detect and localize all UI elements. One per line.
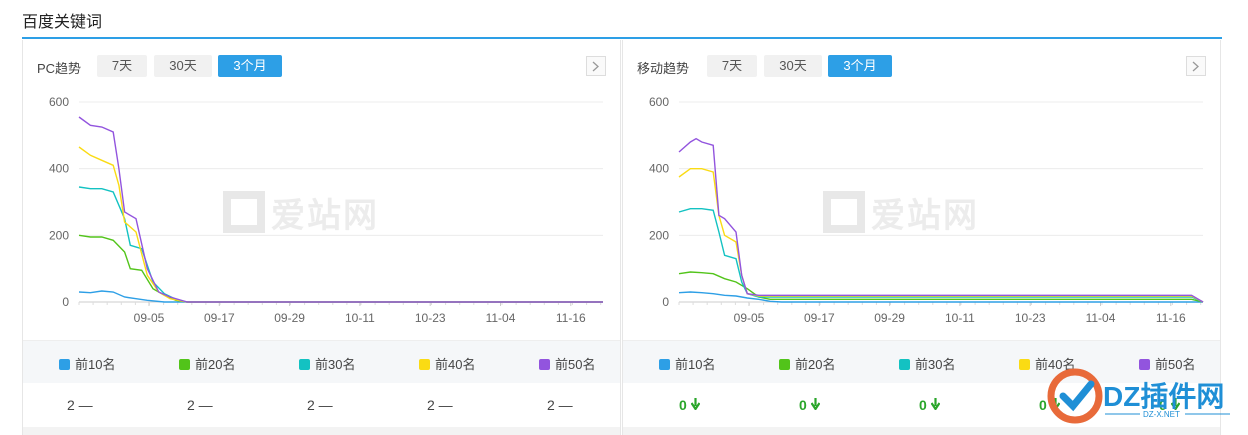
panel-header: 移动趋势 7天 30天 3个月 bbox=[623, 54, 1220, 78]
tab-3months[interactable]: 3个月 bbox=[828, 55, 892, 77]
x-tick-label: 09-29 bbox=[874, 311, 905, 325]
bottom-strip bbox=[23, 427, 620, 435]
x-tick-label: 09-05 bbox=[134, 311, 165, 325]
value-top30: 2 — bbox=[307, 397, 333, 413]
svg-text:DZ-X.NET: DZ-X.NET bbox=[1143, 410, 1180, 419]
tab-7days[interactable]: 7天 bbox=[97, 55, 147, 77]
series-line-前10名 bbox=[78, 290, 603, 303]
arrow-down-icon bbox=[690, 397, 701, 413]
tab-30days[interactable]: 30天 bbox=[764, 55, 822, 77]
y-tick-label: 400 bbox=[49, 162, 69, 176]
y-tick-label: 0 bbox=[62, 295, 69, 309]
x-tick-label: 11-16 bbox=[1156, 311, 1186, 325]
title-divider bbox=[22, 37, 1222, 39]
legend-item-top30[interactable]: 前30名 bbox=[299, 354, 355, 373]
y-tick-label: 200 bbox=[49, 228, 69, 242]
tab-3months[interactable]: 3个月 bbox=[218, 55, 282, 77]
value-top20: 2 — bbox=[187, 397, 213, 413]
legend-item-top20[interactable]: 前20名 bbox=[179, 354, 235, 373]
x-tick-label: 09-17 bbox=[804, 311, 835, 325]
bottom-strip bbox=[623, 427, 1220, 435]
y-tick-label: 600 bbox=[49, 95, 69, 109]
arrow-down-icon bbox=[810, 397, 821, 413]
x-tick-label: 10-23 bbox=[1015, 311, 1046, 325]
legend-item-top40[interactable]: 前40名 bbox=[419, 354, 475, 373]
tab-7days[interactable]: 7天 bbox=[707, 55, 757, 77]
series-line-前50名 bbox=[678, 137, 1204, 303]
x-tick-label: 09-17 bbox=[204, 311, 235, 325]
legend-item-top10[interactable]: 前10名 bbox=[59, 354, 115, 373]
value-top30: 0 bbox=[919, 397, 941, 413]
y-tick-label: 0 bbox=[662, 295, 669, 309]
svg-text:DZ插件网: DZ插件网 bbox=[1103, 381, 1224, 412]
y-tick-label: 400 bbox=[649, 162, 669, 176]
mobile-trend-chart: 600 400 200 0 09-05 09-17 09-29 10-11 10-23 11-04… bbox=[649, 95, 1204, 325]
y-tick-label: 200 bbox=[649, 228, 669, 242]
x-tick-label: 11-04 bbox=[486, 311, 516, 325]
arrow-down-icon bbox=[930, 397, 941, 413]
chevron-right-icon bbox=[592, 61, 599, 72]
value-top20: 0 bbox=[799, 397, 821, 413]
next-button[interactable] bbox=[586, 56, 606, 76]
value-top50: 2 — bbox=[547, 397, 573, 413]
panel-label: 移动趋势 bbox=[637, 61, 690, 76]
x-tick-label: 10-23 bbox=[415, 311, 446, 325]
legend: 前10名 前20名 前30名 前40名 前50名 bbox=[23, 340, 620, 383]
x-tick-label: 11-16 bbox=[556, 311, 586, 325]
x-tick-label: 09-05 bbox=[734, 311, 765, 325]
y-tick-label: 600 bbox=[649, 95, 669, 109]
series-line-前30名 bbox=[678, 208, 1204, 303]
tab-30days[interactable]: 30天 bbox=[154, 55, 212, 77]
legend-item-top10[interactable]: 前10名 bbox=[659, 354, 715, 373]
value-row: 2 — 2 — 2 — 2 — 2 — bbox=[23, 382, 620, 427]
series-line-前20名 bbox=[78, 234, 603, 303]
value-top10: 2 — bbox=[67, 397, 93, 413]
page-title: 百度关键词 bbox=[22, 14, 103, 31]
legend-item-top20[interactable]: 前20名 bbox=[779, 354, 835, 373]
next-button[interactable] bbox=[1186, 56, 1206, 76]
panel-header: PC趋势 7天 30天 3个月 bbox=[23, 54, 620, 78]
dz-plugin-logo: DZ插件网 DZ-X.NET bbox=[1047, 368, 1230, 424]
x-tick-label: 09-29 bbox=[274, 311, 305, 325]
series-line-前30名 bbox=[78, 186, 603, 303]
value-top10: 0 bbox=[679, 397, 701, 413]
pc-trend-chart: 600 400 200 0 09-05 09-17 09-29 10-11 10-23 11-04… bbox=[49, 95, 603, 325]
pc-trend-panel: PC趋势 7天 30天 3个月 爱站网 600 400 200 0 09-05 09-17… bbox=[22, 40, 621, 435]
panel-label: PC趋势 bbox=[37, 61, 82, 76]
value-top40: 2 — bbox=[427, 397, 453, 413]
chevron-right-icon bbox=[1192, 61, 1199, 72]
legend-item-top50[interactable]: 前50名 bbox=[539, 354, 595, 373]
x-tick-label: 11-04 bbox=[1086, 311, 1116, 325]
legend-item-top30[interactable]: 前30名 bbox=[899, 354, 955, 373]
x-tick-label: 10-11 bbox=[945, 311, 975, 325]
series-line-前40名 bbox=[78, 146, 603, 303]
series-line-前50名 bbox=[78, 116, 603, 303]
x-tick-label: 10-11 bbox=[345, 311, 375, 325]
